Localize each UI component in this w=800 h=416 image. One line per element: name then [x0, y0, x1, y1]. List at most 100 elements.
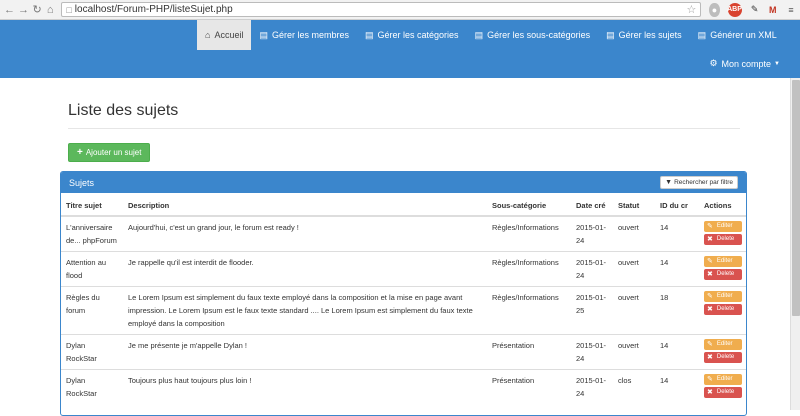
nav-item-xml[interactable]: ▤ Générer un XML	[690, 20, 785, 50]
pen-icon[interactable]: ✎	[750, 3, 760, 17]
cell-actions: ✎ Editer ✖ Delete	[699, 286, 746, 335]
edit-button[interactable]: ✎ Editer	[704, 291, 742, 302]
cell-date: 2015-01-24	[571, 215, 613, 252]
table-row: L'anniversaire de... phpForum Aujourd'hu…	[61, 215, 746, 252]
cell-description: Toujours plus haut toujours plus loin !	[123, 369, 487, 404]
cell-description: Je rappelle qu'il est interdit de floode…	[123, 251, 487, 287]
edit-button[interactable]: ✎ Editer	[704, 339, 742, 350]
x-icon: ✖	[707, 389, 713, 396]
cell-date: 2015-01-24	[571, 251, 613, 287]
delete-label: Delete	[716, 389, 735, 395]
extension-icon[interactable]: ●	[709, 2, 720, 17]
column-header: Actions	[699, 193, 746, 217]
delete-button[interactable]: ✖ Delete	[704, 387, 742, 398]
panel-heading: Sujets ▼ Rechercher par filtre	[61, 172, 746, 193]
list-icon: ▤	[474, 29, 484, 40]
star-icon[interactable]: ☆	[686, 3, 696, 16]
nav-item-membres[interactable]: ▤ Gérer les membres	[251, 20, 357, 50]
reload-icon[interactable]: ↻	[32, 3, 42, 17]
filter-icon: ▼	[665, 179, 673, 186]
cell-souscategorie: Règles/Informations	[487, 215, 571, 252]
nav-item-categories[interactable]: ▤ Gérer les catégories	[357, 20, 467, 50]
x-icon: ✖	[707, 271, 713, 278]
edit-button[interactable]: ✎ Editer	[704, 256, 742, 267]
cell-actions: ✎ Editer ✖ Delete	[699, 251, 746, 287]
list-icon: ▤	[365, 29, 374, 40]
adblock-icon[interactable]: ABP	[727, 2, 742, 17]
x-icon: ✖	[707, 236, 713, 243]
panel-title: Sujets	[69, 177, 95, 188]
pencil-icon: ✎	[707, 258, 713, 265]
delete-button[interactable]: ✖ Delete	[704, 352, 742, 363]
caret-down-icon: ▼	[774, 60, 780, 67]
home-icon[interactable]: ⌂	[45, 3, 55, 17]
divider	[68, 128, 740, 129]
home-icon: ⌂	[205, 30, 211, 40]
menu-icon[interactable]: ≡	[786, 3, 796, 17]
column-header[interactable]: Statut	[613, 193, 655, 217]
edit-label: Editer	[716, 376, 733, 382]
filter-button[interactable]: ▼ Rechercher par filtre	[660, 176, 738, 189]
cell-id: 14	[655, 369, 699, 404]
nav-item-label: Gérer les sujets	[618, 30, 682, 40]
cell-souscategorie: Présentation	[487, 369, 571, 404]
edit-button[interactable]: ✎ Editer	[704, 221, 742, 232]
list-icon: ▤	[606, 29, 615, 40]
delete-button[interactable]: ✖ Delete	[704, 304, 742, 315]
cell-actions: ✎ Editer ✖ Delete	[699, 369, 746, 404]
gmail-icon[interactable]: M	[768, 3, 778, 17]
edit-label: Editer	[716, 223, 733, 229]
delete-label: Delete	[716, 236, 735, 242]
table-row: Règles du forum Le Lorem Ipsum est simpl…	[61, 286, 746, 335]
cell-titre: Dylan RockStar	[61, 369, 123, 404]
delete-button[interactable]: ✖ Delete	[704, 269, 742, 280]
subjects-table: Titre sujet Description Sous-catégorie D…	[61, 193, 746, 404]
pencil-icon: ✎	[707, 341, 713, 348]
add-subject-button[interactable]: + Ajouter un sujet	[68, 143, 151, 162]
cell-titre: Règles du forum	[61, 286, 123, 335]
column-header[interactable]: Titre sujet	[61, 193, 123, 217]
account-menu[interactable]: ⚙ Mon compte ▼	[709, 58, 780, 69]
address-bar[interactable]: □ localhost/Forum-PHP/listeSujet.php ☆	[61, 2, 702, 17]
cell-souscategorie: Règles/Informations	[487, 286, 571, 335]
forward-icon[interactable]: →	[18, 3, 29, 17]
cell-statut: ouvert	[613, 251, 655, 287]
column-header[interactable]: Sous-catégorie	[487, 193, 571, 217]
edit-label: Editer	[716, 293, 733, 299]
cell-id: 14	[655, 334, 699, 370]
back-icon[interactable]: ←	[4, 3, 15, 17]
browser-toolbar: ← → ↻ ⌂ □ localhost/Forum-PHP/listeSujet…	[0, 0, 800, 20]
table-row: Dylan RockStar Je me présente je m'appel…	[61, 334, 746, 370]
delete-button[interactable]: ✖ Delete	[704, 234, 742, 245]
nav-item-sujets[interactable]: ▤ Gérer les sujets	[598, 20, 690, 50]
cell-description: Le Lorem Ipsum est simplement du faux te…	[123, 286, 487, 335]
nav-item-label: Accueil	[214, 30, 244, 40]
edit-label: Editer	[716, 258, 733, 264]
add-subject-label: Ajouter un sujet	[85, 148, 142, 157]
table-row: Dylan RockStar Toujours plus haut toujou…	[61, 369, 746, 404]
scrollbar-thumb[interactable]	[792, 80, 800, 316]
subjects-panel: Sujets ▼ Rechercher par filtre Titre suj…	[60, 171, 747, 416]
cell-description: Je me présente je m'appelle Dylan !	[123, 334, 487, 370]
navbar: ⌂ Accueil ▤ Gérer les membres ▤ Gérer le…	[0, 20, 800, 78]
edit-button[interactable]: ✎ Editer	[704, 374, 742, 385]
delete-label: Delete	[716, 306, 735, 312]
column-header[interactable]: ID du cr	[655, 193, 699, 217]
table-row: Attention au flood Je rappelle qu'il est…	[61, 251, 746, 287]
nav-item-accueil[interactable]: ⌂ Accueil	[197, 20, 252, 50]
pencil-icon: ✎	[707, 293, 713, 300]
column-header[interactable]: Date cré	[571, 193, 613, 217]
cell-statut: ouvert	[613, 215, 655, 252]
nav-item-sous-categories[interactable]: ▤ Gérer les sous-catégories	[467, 20, 599, 50]
filter-label: Rechercher par filtre	[674, 179, 733, 186]
page-icon: □	[66, 4, 72, 15]
cell-date: 2015-01-25	[571, 286, 613, 335]
pencil-icon: ✎	[707, 223, 713, 230]
cell-actions: ✎ Editer ✖ Delete	[699, 334, 746, 370]
cell-souscategorie: Règles/Informations	[487, 251, 571, 287]
cell-titre: Attention au flood	[61, 251, 123, 287]
x-icon: ✖	[707, 306, 713, 313]
page-scrollbar[interactable]	[790, 78, 800, 410]
cell-statut: clos	[613, 369, 655, 404]
column-header[interactable]: Description	[123, 193, 487, 217]
